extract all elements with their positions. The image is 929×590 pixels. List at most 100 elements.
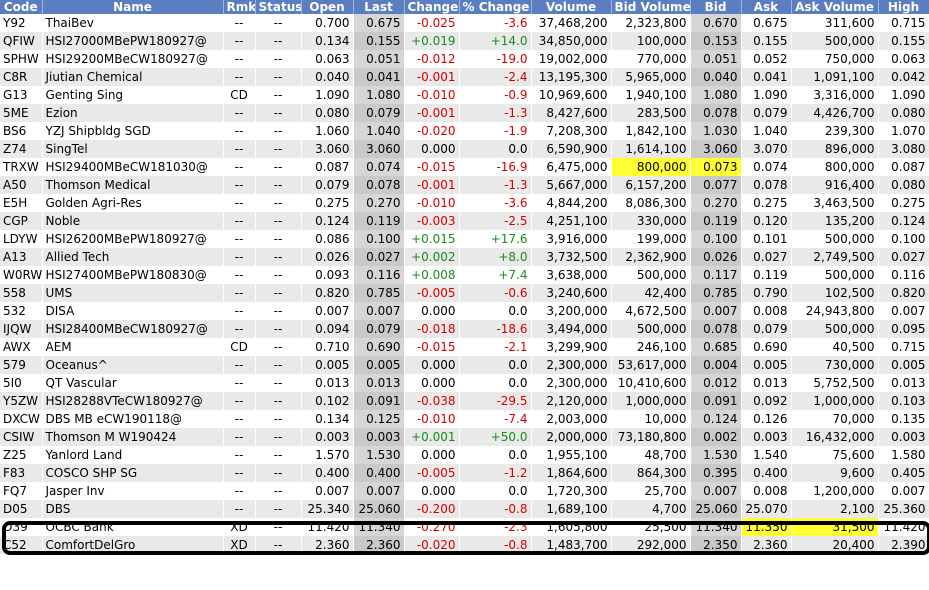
cell-ask: 0.041: [741, 68, 792, 86]
cell-ask-volume: 500,000: [791, 266, 879, 284]
cell-ask: 0.052: [741, 50, 792, 68]
table-row[interactable]: SPHW HSI29200MBeCW180927@ -- -- 0.063 0.051 -0…: [0, 50, 929, 68]
cell-status: --: [255, 140, 302, 158]
cell-high: 0.405: [878, 464, 929, 482]
column-header-pct-change[interactable]: % Change: [459, 0, 532, 14]
cell-last: 0.003: [353, 428, 405, 446]
table-row[interactable]: FQ7 Jasper Inv -- -- 0.007 0.007 0.000 0.0 1,720…: [0, 482, 929, 500]
cell-status: --: [255, 248, 302, 266]
table-row[interactable]: CGP Noble -- -- 0.124 0.119 -0.003 -2.5 4,251,10…: [0, 212, 929, 230]
cell-volume: 3,638,000: [531, 266, 612, 284]
cell-status: --: [255, 122, 302, 140]
table-row[interactable]: LDYW HSI26200MBePW180927@ -- -- 0.086 0.100 +0…: [0, 230, 929, 248]
table-row[interactable]: 5ME Ezion -- -- 0.080 0.079 -0.001 -1.3 8,427,60…: [0, 104, 929, 122]
table-row[interactable]: Y5ZW HSI28288VTeCW180927@ -- -- 0.102 0.091 -0…: [0, 392, 929, 410]
column-header-high[interactable]: High: [878, 0, 929, 14]
cell-name: Jiutian Chemical: [42, 68, 224, 86]
cell-ask: 1.540: [741, 446, 792, 464]
table-row[interactable]: BS6 YZJ Shipbldg SGD -- -- 1.060 1.040 -0.020-…: [0, 122, 929, 140]
cell-last: 0.007: [353, 482, 405, 500]
table-row[interactable]: F83 COSCO SHP SG -- -- 0.400 0.400 -0.005 -1.2 1…: [0, 464, 929, 482]
cell-bid: 0.026: [690, 248, 742, 266]
column-header-status[interactable]: Status: [255, 0, 302, 14]
cell-ask: 0.005: [741, 356, 792, 374]
column-header-ask[interactable]: Ask: [741, 0, 792, 14]
column-header-change[interactable]: Change: [404, 0, 460, 14]
cell-last: 0.155: [353, 32, 405, 50]
cell-high: 0.155: [878, 32, 929, 50]
column-header-last[interactable]: Last: [353, 0, 405, 14]
cell-last: 0.041: [353, 68, 405, 86]
column-header-code[interactable]: Code: [0, 0, 43, 14]
cell-code: LDYW: [0, 230, 43, 248]
table-row[interactable]: D05 DBS -- -- 25.340 25.060 -0.200 -0.8 1,689,10…: [0, 500, 929, 518]
cell-pct-change: +7.4: [459, 266, 532, 284]
column-header-bid-volume[interactable]: Bid Volume: [611, 0, 691, 14]
cell-change: -0.015: [404, 158, 460, 176]
cell-open: 11.420: [301, 518, 354, 536]
cell-ask: 1.090: [741, 86, 792, 104]
cell-pct-change: -2.3: [459, 518, 532, 536]
cell-rmk: --: [223, 14, 256, 32]
cell-pct-change: -19.0: [459, 50, 532, 68]
column-header-bid[interactable]: Bid: [690, 0, 742, 14]
cell-code: TRXW: [0, 158, 43, 176]
cell-change: -0.001: [404, 176, 460, 194]
column-header-ask-volume[interactable]: Ask Volume: [791, 0, 879, 14]
cell-bid: 0.007: [690, 302, 742, 320]
table-row[interactable]: A50 Thomson Medical -- -- 0.079 0.078 -0.001 -1…: [0, 176, 929, 194]
cell-pct-change: -0.6: [459, 284, 532, 302]
cell-rmk: --: [223, 500, 256, 518]
table-row[interactable]: AWX AEM CD -- 0.710 0.690 -0.015 -2.1 3,299,900 2…: [0, 338, 929, 356]
cell-name: UMS: [42, 284, 224, 302]
cell-high: 0.003: [878, 428, 929, 446]
table-row[interactable]: CSIW Thomson M W190424 -- -- 0.003 0.003 +0.00…: [0, 428, 929, 446]
cell-name: DBS: [42, 500, 224, 518]
cell-ask-volume: 3,463,500: [791, 194, 879, 212]
table-row[interactable]: E5H Golden Agri-Res -- -- 0.275 0.270 -0.010 -3…: [0, 194, 929, 212]
table-row[interactable]: G13 Genting Sing CD -- 1.090 1.080 -0.010 -0.9 1…: [0, 86, 929, 104]
cell-change: -0.010: [404, 194, 460, 212]
table-row[interactable]: Y92 ThaiBev -- -- 0.700 0.675 -0.025 -3.6 37,468…: [0, 14, 929, 32]
cell-open: 0.063: [301, 50, 354, 68]
cell-high: 0.013: [878, 374, 929, 392]
table-row[interactable]: Z74 SingTel -- -- 3.060 3.060 0.000 0.0 6,590,90…: [0, 140, 929, 158]
table-row[interactable]: 5I0 QT Vascular -- -- 0.013 0.013 0.000 0.0 2,30…: [0, 374, 929, 392]
cell-bid: 0.100: [690, 230, 742, 248]
table-row[interactable]: W0RW HSI27400MBePW180830@ -- -- 0.093 0.116 +0…: [0, 266, 929, 284]
table-row[interactable]: 532 DISA -- -- 0.007 0.007 0.000 0.0 3,200,000 4,…: [0, 302, 929, 320]
table-row[interactable]: TRXW HSI29400MBeCW181030@ -- -- 0.087 0.074 -0…: [0, 158, 929, 176]
column-header-volume[interactable]: Volume: [531, 0, 612, 14]
table-row[interactable]: O39 OCBC Bank XD -- 11.420 11.340 -0.270 -2.3 1,…: [0, 518, 929, 536]
table-row[interactable]: C8R Jiutian Chemical -- -- 0.040 0.041 -0.001-…: [0, 68, 929, 86]
cell-volume: 1,689,100: [531, 500, 612, 518]
cell-pct-change: -18.6: [459, 320, 532, 338]
cell-code: FQ7: [0, 482, 43, 500]
cell-rmk: --: [223, 482, 256, 500]
cell-volume: 2,003,000: [531, 410, 612, 428]
column-header-open[interactable]: Open: [301, 0, 354, 14]
table-row[interactable]: DXCW DBS MB eCW190118@ -- -- 0.134 0.125 -0.01…: [0, 410, 929, 428]
table-row[interactable]: 579 Oceanus^ -- -- 0.005 0.005 0.000 0.0 2,300,0…: [0, 356, 929, 374]
cell-bid-volume: 864,300: [611, 464, 691, 482]
cell-code: C52: [0, 536, 43, 554]
cell-rmk: CD: [223, 338, 256, 356]
column-header-name[interactable]: Name: [42, 0, 224, 14]
table-row[interactable]: A13 Allied Tech -- -- 0.026 0.027 +0.002 +8.0 3,…: [0, 248, 929, 266]
cell-ask: 0.074: [741, 158, 792, 176]
cell-ask-volume: 135,200: [791, 212, 879, 230]
column-header-rmk[interactable]: Rmk: [223, 0, 256, 14]
cell-volume: 3,200,000: [531, 302, 612, 320]
cell-rmk: --: [223, 32, 256, 50]
cell-last: 0.785: [353, 284, 405, 302]
cell-open: 0.820: [301, 284, 354, 302]
cell-pct-change: -0.9: [459, 86, 532, 104]
cell-open: 0.700: [301, 14, 354, 32]
cell-high: 0.715: [878, 338, 929, 356]
table-row[interactable]: 558 UMS -- -- 0.820 0.785 -0.005 -0.6 3,240,600 4…: [0, 284, 929, 302]
table-row[interactable]: C52 ComfortDelGro XD -- 2.360 2.360 -0.020 -0.8…: [0, 536, 929, 554]
table-row[interactable]: QFIW HSI27000MBePW180927@ -- -- 0.134 0.155 +0…: [0, 32, 929, 50]
table-row[interactable]: Z25 Yanlord Land -- -- 1.570 1.530 0.000 0.0 1,9…: [0, 446, 929, 464]
table-row[interactable]: IJQW HSI28400MBeCW180927@ -- -- 0.094 0.079 -0…: [0, 320, 929, 338]
cell-name: YZJ Shipbldg SGD: [42, 122, 224, 140]
